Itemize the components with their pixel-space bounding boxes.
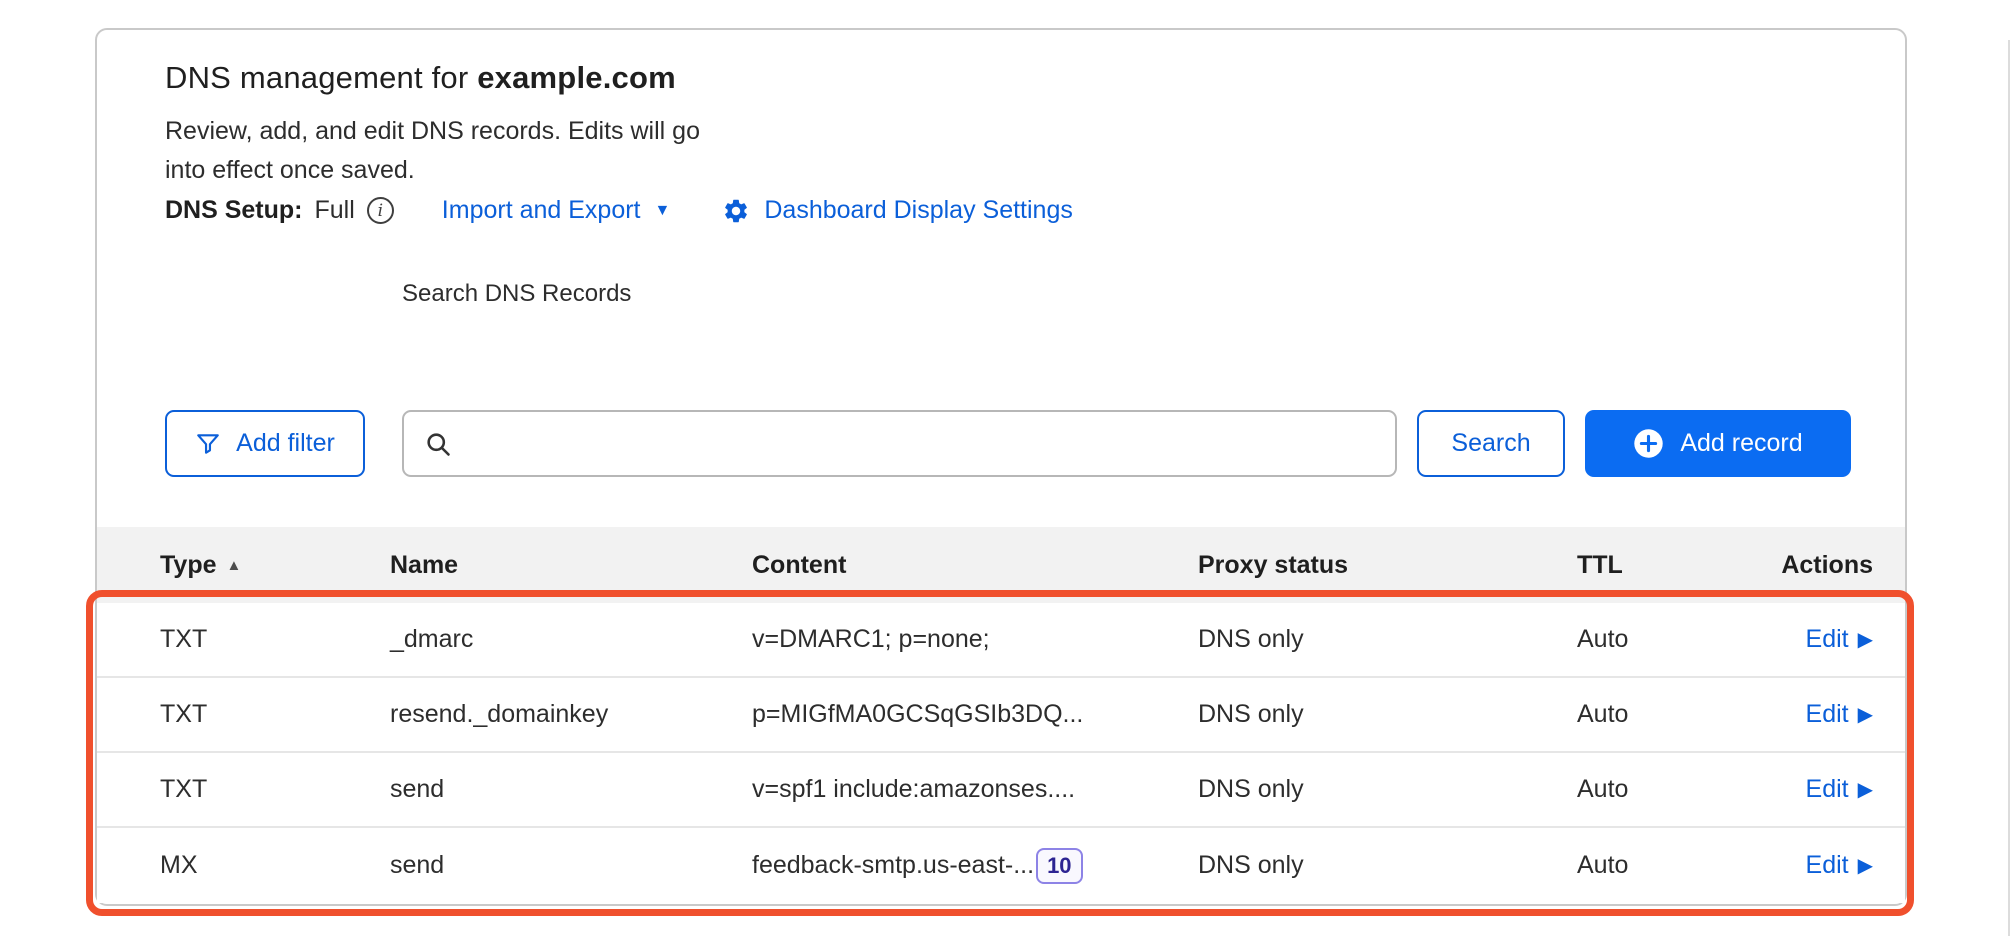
column-header-name[interactable]: Name [390,551,752,580]
column-header-type[interactable]: Type ▲ [160,551,390,580]
mx-priority-badge: 10 [1036,848,1082,884]
edit-record-button[interactable]: Edit▶ [1806,851,1873,880]
sort-ascending-icon: ▲ [227,557,242,574]
edit-record-button[interactable]: Edit▶ [1806,700,1873,729]
column-header-proxy-status[interactable]: Proxy status [1198,551,1577,580]
add-filter-label: Add filter [236,429,335,458]
cell-type: TXT [160,775,390,804]
table-header-row: Type ▲ Name Content Proxy status TTL Act… [97,527,1905,603]
add-record-button[interactable]: Add record [1585,410,1851,477]
cell-proxy-status: DNS only [1198,851,1577,880]
column-header-actions: Actions [1781,551,1873,580]
dns-management-card: DNS management for example.com Review, a… [95,28,1907,906]
cell-name: send [390,851,752,880]
column-header-ttl[interactable]: TTL [1577,551,1766,580]
cell-ttl: Auto [1577,625,1766,654]
search-button[interactable]: Search [1417,410,1565,477]
table-row[interactable]: TXT _dmarc v=DMARC1; p=none; DNS only Au… [97,603,1905,678]
scrollbar[interactable] [2008,40,2010,936]
column-header-content[interactable]: Content [752,551,1198,580]
cell-proxy-status: DNS only [1198,625,1577,654]
filter-funnel-icon [195,431,221,457]
page-title: DNS management for example.com [165,60,676,96]
plus-circle-icon [1633,428,1664,459]
cell-content: v=spf1 include:amazonses.... [752,775,1198,804]
cell-type: TXT [160,625,390,654]
cell-content: v=DMARC1; p=none; [752,625,1198,654]
chevron-right-icon: ▶ [1858,777,1873,802]
add-record-label: Add record [1680,429,1802,458]
cell-proxy-status: DNS only [1198,775,1577,804]
gear-icon [722,197,750,225]
domain-name: example.com [477,60,676,95]
dns-records-table: Type ▲ Name Content Proxy status TTL Act… [97,527,1905,903]
cell-ttl: Auto [1577,775,1766,804]
chevron-right-icon: ▶ [1858,702,1873,727]
page-title-prefix: DNS management for [165,60,477,95]
table-row[interactable]: MX send feedback-smtp.us-east-... 10 DNS… [97,828,1905,903]
import-export-link[interactable]: Import and Export ▼ [442,196,671,225]
chevron-right-icon: ▶ [1858,853,1873,878]
table-row[interactable]: TXT resend._domainkey p=MIGfMA0GCSqGSIb3… [97,678,1905,753]
cell-content: feedback-smtp.us-east-... 10 [752,848,1198,884]
add-filter-button[interactable]: Add filter [165,410,365,477]
cell-name: _dmarc [390,625,752,654]
cell-proxy-status: DNS only [1198,700,1577,729]
cell-type: TXT [160,700,390,729]
info-icon[interactable]: i [367,197,394,224]
cell-type: MX [160,851,390,880]
chevron-down-icon: ▼ [655,202,671,220]
cell-content: p=MIGfMA0GCSqGSIb3DQ... [752,700,1198,729]
cell-ttl: Auto [1577,700,1766,729]
search-icon [424,430,452,458]
dashboard-display-settings-link[interactable]: Dashboard Display Settings [722,196,1073,225]
import-export-label: Import and Export [442,196,641,225]
search-input[interactable] [452,412,1395,475]
search-label: Search DNS Records [402,280,631,308]
dns-setup-row: DNS Setup: Full i Import and Export ▼ Da… [165,196,1073,225]
cell-name: resend._domainkey [390,700,752,729]
table-row[interactable]: TXT send v=spf1 include:amazonses.... DN… [97,753,1905,828]
edit-record-button[interactable]: Edit▶ [1806,775,1873,804]
search-box [402,410,1397,477]
chevron-right-icon: ▶ [1858,627,1873,652]
edit-record-button[interactable]: Edit▶ [1806,625,1873,654]
cell-name: send [390,775,752,804]
cell-ttl: Auto [1577,851,1766,880]
page-subtitle: Review, add, and edit DNS records. Edits… [165,112,710,190]
dns-setup-label: DNS Setup: [165,196,303,225]
dashboard-display-settings-label: Dashboard Display Settings [764,196,1073,225]
dns-setup-value: Full [315,196,355,225]
